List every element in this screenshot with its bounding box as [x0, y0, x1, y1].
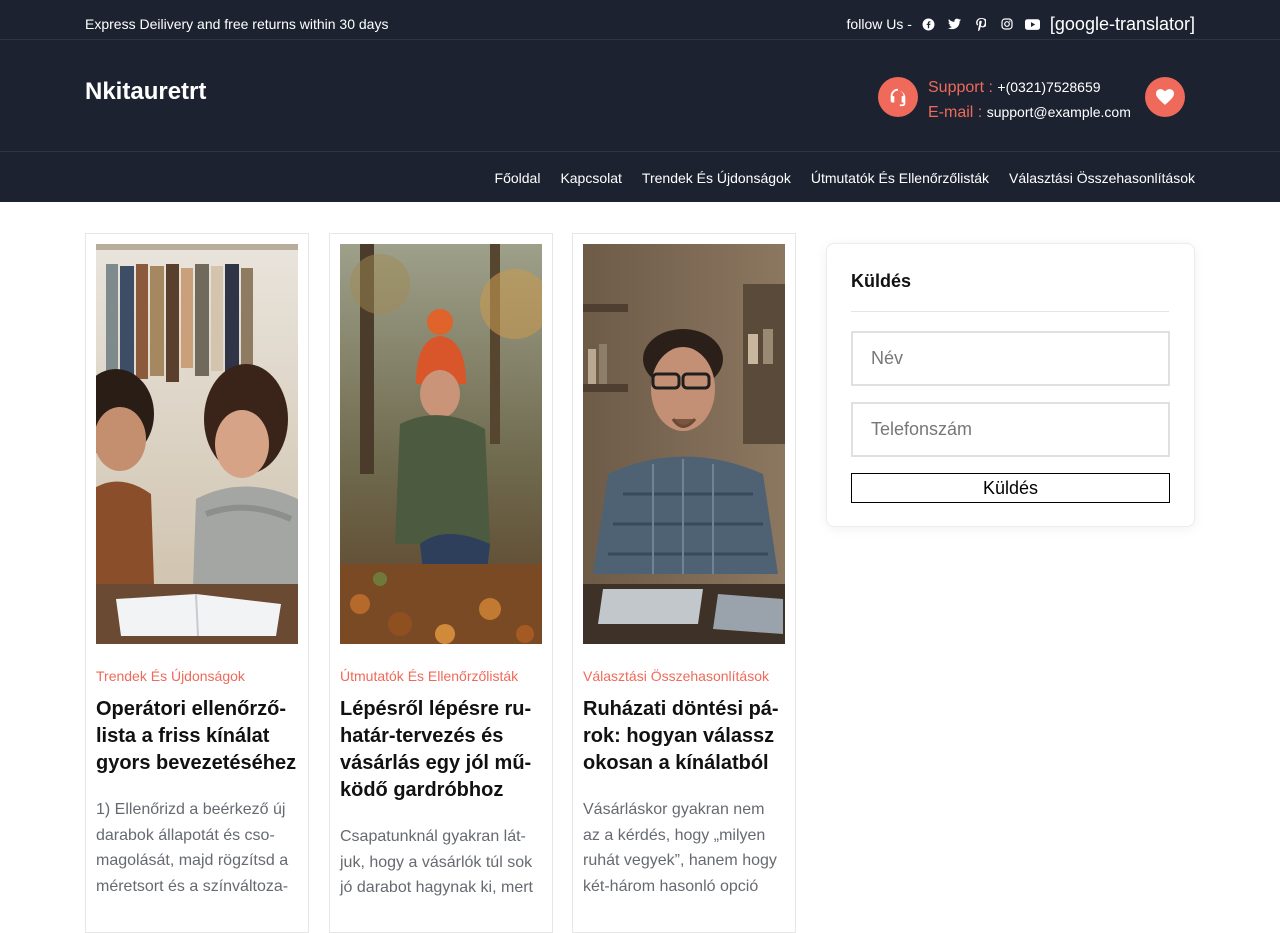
follow-label: follow Us - — [846, 16, 912, 32]
site-logo[interactable]: Nkitauretrt — [85, 78, 206, 106]
widget-title: Küldés — [851, 271, 912, 291]
facebook-icon[interactable] — [916, 12, 942, 36]
nav-item-trends[interactable]: Trendek És Újdonságok — [642, 169, 791, 187]
submit-button[interactable]: Küldés — [851, 473, 1170, 503]
pinterest-icon[interactable] — [968, 12, 994, 36]
site-header: Nkitauretrt Support : +(0321)7528659 E-m… — [0, 40, 1280, 152]
widget-divider — [851, 311, 1169, 312]
email-label: E-mail : — [928, 104, 983, 121]
post-excerpt: 1) Ellenőrizd a beérkező új darabok álla… — [96, 801, 289, 896]
name-input[interactable] — [851, 331, 1170, 386]
post-excerpt: Csapatunknál gyakran lát-juk, hogy a vás… — [340, 828, 533, 897]
youtube-icon[interactable] — [1020, 12, 1046, 36]
main-nav: Főoldal Kapcsolat Trendek És Újdonságok … — [0, 152, 1280, 202]
post-title[interactable]: Operátori ellenőrző-lista a friss kínála… — [96, 696, 301, 777]
instagram-icon[interactable] — [994, 12, 1020, 36]
post-title[interactable]: Lépésről lépésre ru-határ-tervezés és vá… — [340, 696, 545, 804]
nav-item-comparisons[interactable]: Választási Összehasonlítások — [1009, 169, 1195, 187]
email-line: E-mail : support@example.com — [928, 100, 1131, 125]
twitter-icon[interactable] — [942, 12, 968, 36]
post-card: Választási Összehasonlítások Ruházati dö… — [572, 233, 796, 933]
nav-item-guides[interactable]: Útmutatók És Ellenőrzőlisták — [811, 169, 989, 187]
post-image[interactable] — [96, 244, 298, 644]
headset-icon — [878, 77, 918, 117]
contact-form-widget: Küldés Küldés — [826, 243, 1195, 527]
support-label: Support : — [928, 79, 993, 96]
support-email[interactable]: support@example.com — [987, 104, 1131, 120]
post-image[interactable] — [340, 244, 542, 644]
post-excerpt: Vásárláskor gyakran nem az a kérdés, hog… — [583, 801, 777, 896]
google-translator[interactable]: [google-translator] — [1050, 14, 1195, 35]
post-title[interactable]: Ruházati döntési pá-rok: hogyan válassz … — [583, 696, 788, 777]
post-category[interactable]: Útmutatók És Ellenőrzőlisták — [340, 667, 518, 685]
post-image[interactable] — [583, 244, 785, 644]
social-follow: follow Us - [google-translator] — [847, 12, 1195, 36]
nav-item-home[interactable]: Főoldal — [495, 169, 541, 187]
top-bar: Express Deilivery and free returns withi… — [0, 0, 1280, 40]
nav-item-contact[interactable]: Kapcsolat — [560, 169, 621, 187]
post-card: Trendek És Újdonságok Operátori ellenőrz… — [85, 233, 309, 933]
support-line: Support : +(0321)7528659 — [928, 75, 1131, 100]
post-category[interactable]: Trendek És Újdonságok — [96, 667, 245, 685]
post-card: Útmutatók És Ellenőrzőlisták Lépésről lé… — [329, 233, 553, 933]
post-category[interactable]: Választási Összehasonlítások — [583, 667, 769, 685]
contact-info: Support : +(0321)7528659 E-mail : suppor… — [928, 75, 1131, 125]
wishlist-heart-icon[interactable] — [1145, 77, 1185, 117]
phone-input[interactable] — [851, 402, 1170, 457]
promo-text: Express Deilivery and free returns withi… — [85, 16, 389, 32]
support-phone[interactable]: +(0321)7528659 — [997, 79, 1100, 95]
